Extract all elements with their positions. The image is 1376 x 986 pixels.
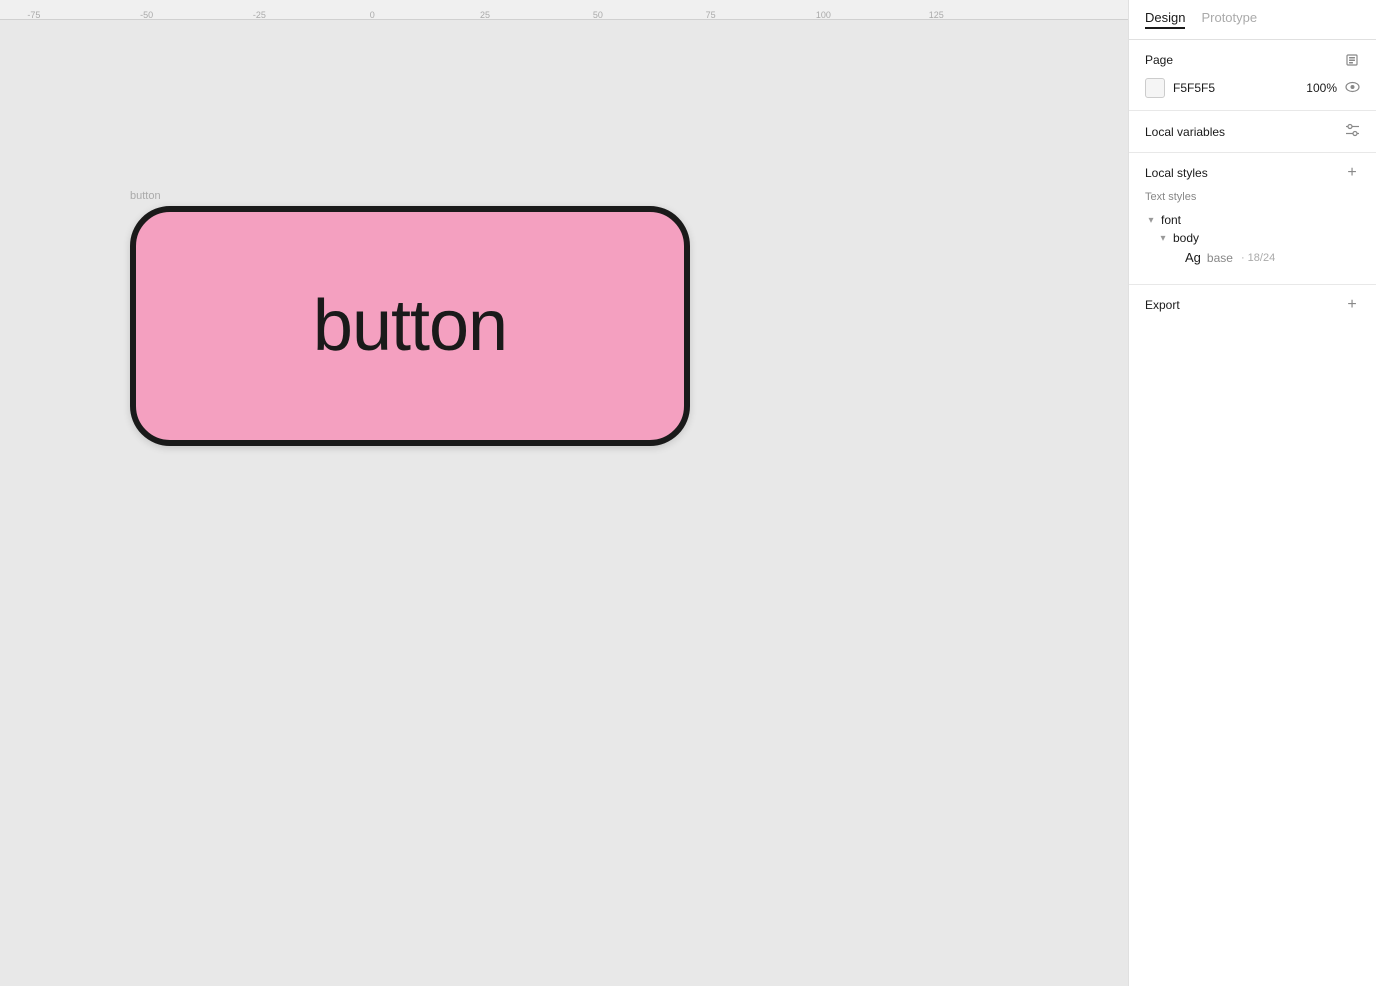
page-section-title: Page xyxy=(1145,53,1173,67)
button-frame-container[interactable]: button button xyxy=(130,190,690,446)
canvas-content: button button xyxy=(0,20,1128,986)
page-color-swatch[interactable] xyxy=(1145,78,1165,98)
app-container: -75 -50 -25 0 25 50 75 100 125 button bu… xyxy=(0,0,1376,986)
page-color-row: F5F5F5 100% xyxy=(1145,78,1360,98)
sliders-icon[interactable] xyxy=(1345,123,1360,140)
ruler-tick-25: 25 xyxy=(480,10,490,20)
ruler-tick-neg75: -75 xyxy=(27,10,40,20)
page-zoom-value[interactable]: 100% xyxy=(1306,81,1337,95)
ruler-tick-container: -75 -50 -25 0 25 50 75 100 125 xyxy=(0,0,1128,19)
export-header: Export + xyxy=(1145,297,1360,313)
text-styles-subtitle: Text styles xyxy=(1145,191,1360,203)
ruler-tick-50: 50 xyxy=(593,10,603,20)
page-section: Page F5F5F5 100% xyxy=(1129,40,1376,111)
page-layers-icon[interactable] xyxy=(1344,52,1360,68)
body-group-name: body xyxy=(1173,231,1199,245)
ruler-tick-neg50: -50 xyxy=(140,10,153,20)
local-variables-title: Local variables xyxy=(1145,125,1225,139)
right-panel: Design Prototype Page xyxy=(1128,0,1376,986)
body-group-row[interactable]: ▾ body xyxy=(1157,229,1360,247)
visibility-icon[interactable] xyxy=(1345,81,1360,96)
local-styles-header: Local styles + xyxy=(1145,165,1360,181)
ruler-tick-125: 125 xyxy=(929,10,944,20)
base-style-item[interactable]: Ag base · 18/24 xyxy=(1157,247,1360,268)
font-group-name: font xyxy=(1161,213,1181,227)
text-styles-group: Text styles ▾ font ▾ body xyxy=(1145,191,1360,268)
tab-prototype[interactable]: Prototype xyxy=(1201,10,1257,29)
font-group-row[interactable]: ▾ font xyxy=(1145,211,1360,229)
canvas-area[interactable]: -75 -50 -25 0 25 50 75 100 125 button bu… xyxy=(0,0,1128,986)
local-styles-title: Local styles xyxy=(1145,166,1208,180)
add-local-style-icon[interactable]: + xyxy=(1344,165,1360,181)
ruler-horizontal: -75 -50 -25 0 25 50 75 100 125 xyxy=(0,0,1128,20)
export-title: Export xyxy=(1145,298,1180,312)
local-styles-section: Local styles + Text styles ▾ font ▾ xyxy=(1129,153,1376,285)
body-style-group: ▾ body Ag base · 18/24 xyxy=(1145,229,1360,268)
base-style-name: base xyxy=(1207,251,1233,265)
button-frame-text: button xyxy=(313,285,507,367)
base-style-preview: Ag xyxy=(1185,250,1201,265)
ruler-tick-100: 100 xyxy=(816,10,831,20)
page-color-value[interactable]: F5F5F5 xyxy=(1173,81,1298,95)
tab-design[interactable]: Design xyxy=(1145,10,1185,29)
ruler-tick-neg25: -25 xyxy=(253,10,266,20)
local-variables-header: Local variables xyxy=(1145,123,1360,140)
ruler-tick-0: 0 xyxy=(370,10,375,20)
base-style-details: · 18/24 xyxy=(1241,252,1275,264)
add-export-icon[interactable]: + xyxy=(1344,297,1360,313)
font-style-group: ▾ font ▾ body Ag base · 18/24 xyxy=(1145,211,1360,268)
local-variables-section: Local variables xyxy=(1129,111,1376,153)
panel-tabs: Design Prototype xyxy=(1129,0,1376,40)
page-header: Page xyxy=(1145,52,1360,68)
page-icons xyxy=(1344,52,1360,68)
ruler-tick-75: 75 xyxy=(706,10,716,20)
export-section: Export + xyxy=(1129,285,1376,325)
body-chevron-icon[interactable]: ▾ xyxy=(1157,232,1169,244)
font-chevron-icon[interactable]: ▾ xyxy=(1145,214,1157,226)
frame-label: button xyxy=(130,190,690,202)
button-frame[interactable]: button xyxy=(130,206,690,446)
